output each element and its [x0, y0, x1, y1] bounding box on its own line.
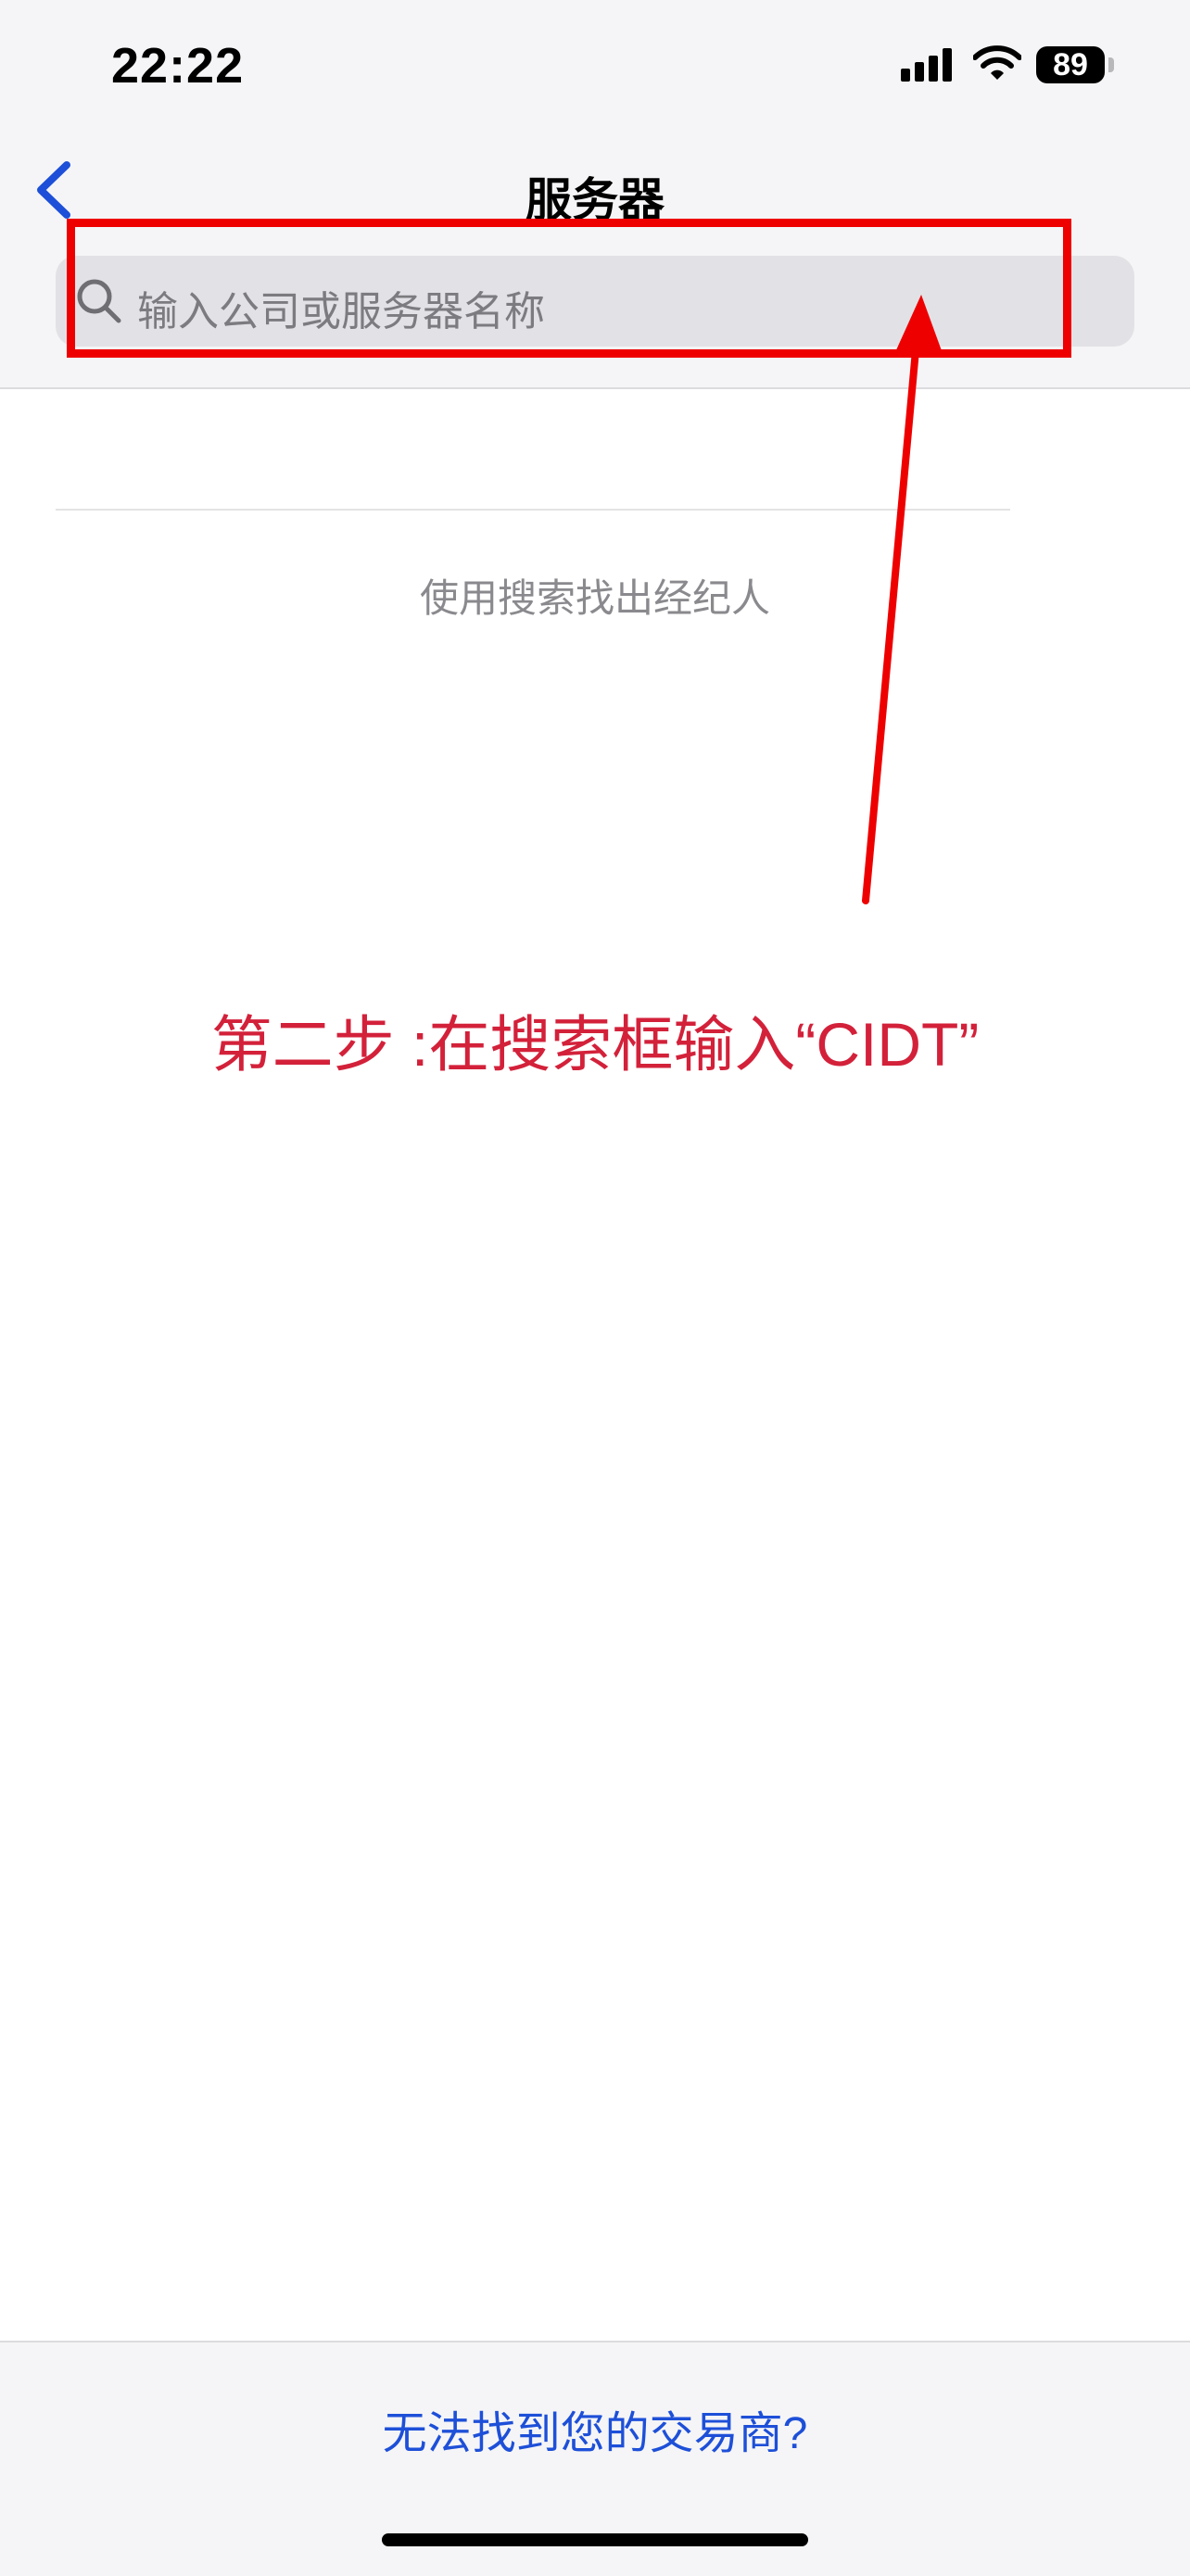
top-area: 22:22 89 服务器 输入公司或服务器名称: [0, 0, 1190, 389]
cannot-find-dealer-link[interactable]: 无法找到您的交易商?: [0, 2396, 1190, 2461]
annotation-instruction: 第二步 :在搜索框输入“CIDT”: [210, 1010, 980, 1079]
divider: [56, 509, 1010, 511]
battery-cap: [1108, 57, 1114, 72]
battery-indicator: 89: [1036, 46, 1105, 83]
wifi-icon: [973, 45, 1021, 80]
signal-icon: [901, 48, 952, 82]
home-indicator: [382, 2533, 808, 2546]
status-time: 22:22: [111, 38, 245, 94]
search-hint: 使用搜索找出经纪人: [419, 576, 770, 620]
annotation-highlight-box: [67, 219, 1071, 358]
